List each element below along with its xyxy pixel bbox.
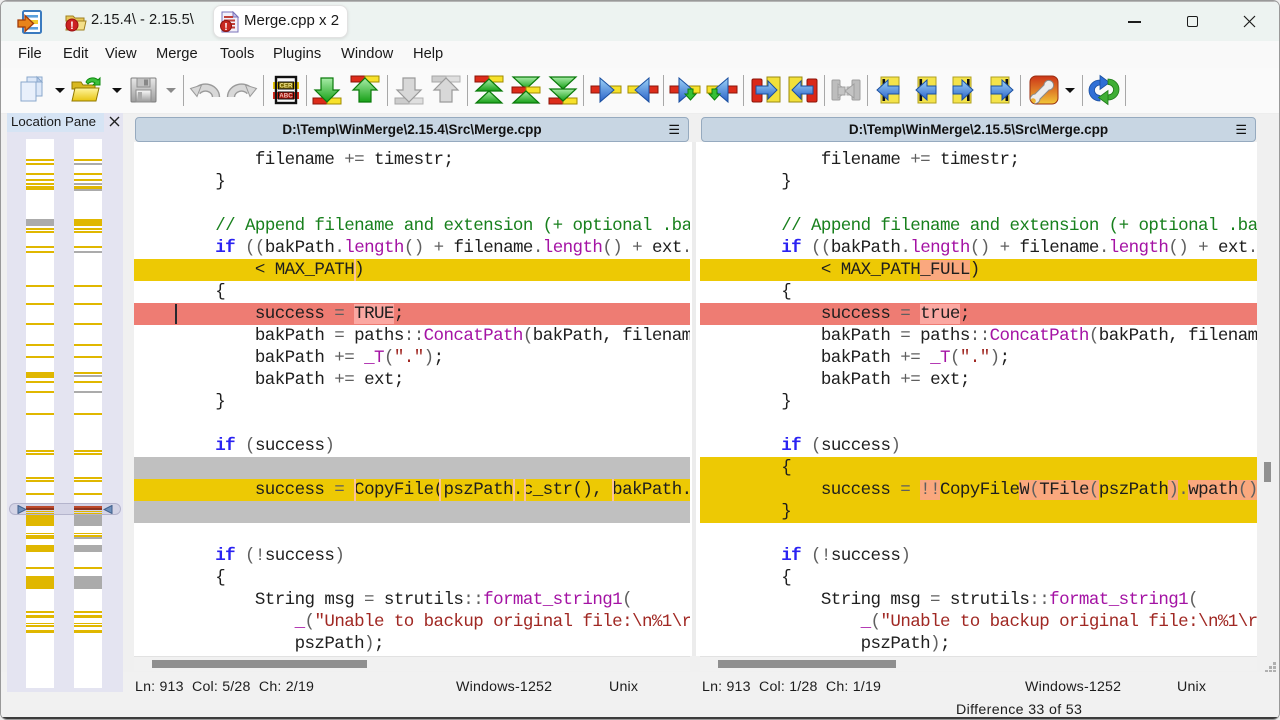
svg-text:ABC: ABC [279, 93, 293, 100]
svg-text:CER: CER [279, 83, 293, 90]
svg-text:!: ! [70, 20, 74, 32]
svg-text:!: ! [224, 21, 228, 33]
